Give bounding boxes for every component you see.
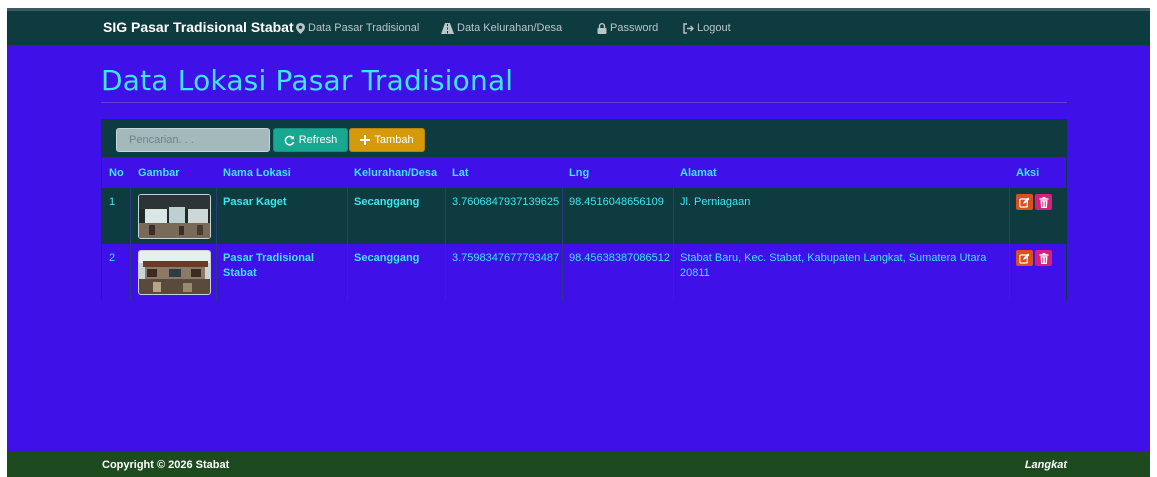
market-photo [139, 251, 210, 294]
column-header-kelurahan: Kelurahan/Desa [354, 167, 438, 179]
refresh-icon [284, 135, 295, 146]
nav-logout[interactable]: Logout [683, 22, 731, 34]
table-row: 2 Pasar Tradisional Stabat Secanggang 3. [102, 244, 1066, 301]
app-frame: SIG Pasar Tradisional Stabat Data Pasar … [7, 8, 1150, 477]
market-photo [139, 195, 210, 238]
column-header-no: No [109, 167, 124, 179]
road-icon [441, 22, 454, 34]
table-row: 1 Pasar Kaget Secanggang 3.7606847937139… [102, 188, 1066, 244]
column-header-nama: Nama Lokasi [223, 167, 291, 179]
location-name: Pasar Kaget [223, 196, 287, 208]
latitude: 3.7606847937139625 [452, 196, 560, 208]
longitude: 98.45638387086512 [569, 252, 670, 264]
nav-data-pasar[interactable]: Data Pasar Tradisional [296, 22, 419, 34]
plus-icon [360, 135, 371, 145]
map-marker-icon [296, 22, 305, 34]
trash-icon [1039, 252, 1048, 264]
column-header-alamat: Alamat [680, 167, 717, 179]
delete-button[interactable] [1035, 250, 1052, 266]
copyright-text: Copyright © 2026 Stabat [102, 459, 230, 471]
footer-region: Langkat [1024, 459, 1067, 471]
address: Jl. Perniagaan [680, 196, 751, 208]
nav-password[interactable]: Password [597, 22, 658, 34]
page-title: Data Lokasi Pasar Tradisional [101, 64, 514, 97]
edit-button[interactable] [1016, 194, 1033, 210]
lock-icon [597, 22, 607, 34]
edit-icon [1019, 197, 1030, 208]
search-input[interactable] [116, 128, 270, 152]
delete-button[interactable] [1035, 194, 1052, 210]
row-number: 1 [109, 196, 116, 208]
kelurahan: Secanggang [354, 196, 420, 208]
column-header-lat: Lat [452, 167, 469, 179]
title-divider [101, 102, 1067, 103]
longitude: 98.4516048656109 [569, 196, 664, 208]
nav-password-label: Password [610, 22, 659, 34]
column-header-aksi: Aksi [1016, 167, 1040, 179]
address: Stabat Baru, Kec. Stabat, Kabupaten Lang… [680, 252, 987, 279]
table-header: No Gambar Nama Lokasi Kelurahan/Desa Lat… [102, 157, 1066, 188]
market-photo-thumbnail[interactable] [138, 194, 211, 239]
page-footer: Copyright © 2026 Stabat Langkat [7, 452, 1150, 477]
refresh-button[interactable]: Refresh [273, 128, 348, 152]
edit-icon [1019, 253, 1030, 264]
market-photo-thumbnail[interactable] [138, 250, 211, 295]
kelurahan: Secanggang [354, 252, 420, 264]
location-name: Pasar Tradisional Stabat [223, 252, 315, 279]
trash-icon [1039, 196, 1048, 208]
column-header-lng: Lng [569, 167, 590, 179]
brand-title[interactable]: SIG Pasar Tradisional Stabat [103, 19, 294, 35]
latitude: 3.7598347677793487 [452, 252, 560, 264]
logout-icon [683, 22, 694, 34]
data-panel: Refresh Tambah No Gambar Nama Lokasi Kel… [101, 119, 1067, 301]
nav-logout-label: Logout [697, 22, 731, 34]
add-button-label: Tambah [374, 134, 414, 146]
refresh-button-label: Refresh [298, 134, 338, 146]
edit-button[interactable] [1016, 250, 1033, 266]
nav-data-kelurahan[interactable]: Data Kelurahan/Desa [441, 22, 562, 34]
nav-data-pasar-label: Data Pasar Tradisional [308, 22, 420, 34]
add-button[interactable]: Tambah [349, 128, 425, 152]
column-header-gambar: Gambar [138, 167, 180, 179]
top-navbar: SIG Pasar Tradisional Stabat Data Pasar … [7, 8, 1150, 45]
row-number: 2 [109, 252, 116, 264]
nav-data-kelurahan-label: Data Kelurahan/Desa [457, 22, 563, 34]
table-toolbar: Refresh Tambah [102, 120, 1066, 157]
